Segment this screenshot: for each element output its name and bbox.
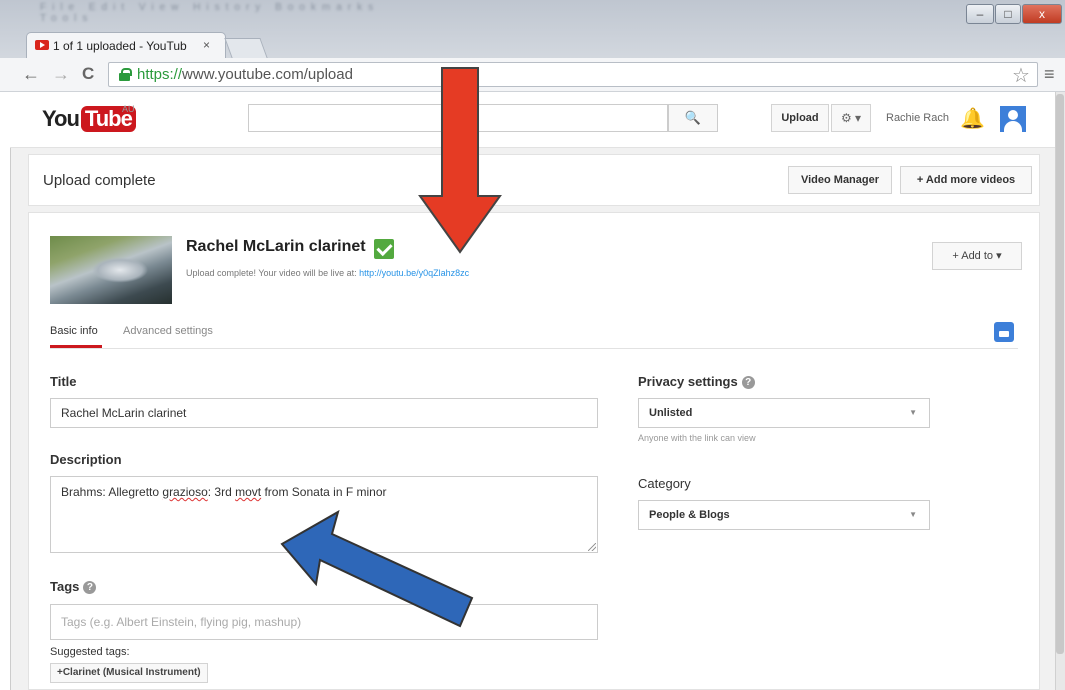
avatar[interactable] — [1000, 106, 1026, 132]
video-link[interactable]: http://youtu.be/y0qZlahz8zc — [359, 268, 469, 278]
privacy-settings-label: Privacy settings? — [638, 374, 755, 389]
category-label: Category — [638, 476, 691, 491]
suggested-tags-label: Suggested tags: — [50, 646, 130, 658]
video-title: Rachel McLarin clarinet — [186, 238, 366, 255]
privacy-help-text: Anyone with the link can view — [638, 433, 756, 443]
tab-advanced-settings[interactable]: Advanced settings — [123, 325, 213, 337]
tab-basic-info[interactable]: Basic info — [50, 325, 98, 337]
help-icon[interactable]: ? — [83, 581, 97, 594]
reload-icon[interactable]: C — [82, 64, 94, 84]
textarea-resize-grip[interactable] — [588, 543, 596, 551]
username[interactable]: Rachie Rach — [886, 112, 949, 124]
lock-icon — [119, 68, 132, 81]
close-window-button[interactable]: x — [1022, 4, 1062, 24]
title-input[interactable]: Rachel McLarin clarinet — [50, 398, 598, 428]
description-text-mid: : 3rd — [207, 485, 236, 499]
category-value: People & Blogs — [649, 509, 730, 521]
forward-arrow-icon[interactable]: → — [52, 64, 70, 85]
description-text-end: from Sonata in F minor — [261, 485, 387, 499]
tags-label: Tags? — [50, 579, 97, 594]
youtube-favicon-icon — [35, 40, 49, 50]
browser-menu-icon[interactable]: ≡ — [1044, 64, 1055, 85]
title-label: Title — [50, 374, 77, 389]
new-tab-button[interactable] — [224, 38, 268, 58]
misspelled-word: grazioso — [162, 485, 208, 499]
tags-label-text: Tags — [50, 579, 80, 594]
dropdown-arrow-icon: ▼ — [909, 510, 917, 519]
add-to-button[interactable]: + Add to ▾ — [932, 242, 1022, 270]
minimize-button[interactable]: – — [966, 4, 994, 24]
red-down-arrow-annotation — [418, 67, 502, 254]
blue-diagonal-arrow-annotation — [280, 509, 474, 628]
upload-message: Upload complete! Your video will be live… — [186, 268, 469, 278]
tab-close-icon[interactable]: × — [203, 38, 210, 52]
tabs-divider — [50, 348, 1018, 349]
dropdown-arrow-icon: ▼ — [909, 408, 917, 417]
add-more-videos-button[interactable]: + Add more videos — [900, 166, 1032, 194]
suggested-tag-chip[interactable]: +Clarinet (Musical Instrument) — [50, 663, 208, 683]
browser-tab[interactable]: 1 of 1 uploaded - YouTub × — [26, 32, 226, 58]
save-icon[interactable] — [994, 322, 1014, 342]
settings-button[interactable]: ⚙ ▾ — [831, 104, 871, 132]
upload-button[interactable]: Upload — [771, 104, 829, 132]
privacy-dropdown[interactable]: Unlisted ▼ — [638, 398, 930, 428]
privacy-label-text: Privacy settings — [638, 374, 738, 389]
browser-menu-blurred: File Edit View History Bookmarks Tools — [40, 2, 380, 24]
window-controls: – □ x — [966, 4, 1062, 26]
misspelled-word: movt — [235, 485, 262, 499]
video-manager-button[interactable]: Video Manager — [788, 166, 892, 194]
url-text: https://www.youtube.com/upload — [137, 66, 353, 83]
maximize-button[interactable]: □ — [995, 4, 1021, 24]
address-bar[interactable]: https://www.youtube.com/upload — [108, 62, 1038, 87]
search-icon: 🔍 — [684, 110, 702, 125]
tab-title: 1 of 1 uploaded - YouTub — [53, 39, 187, 53]
upload-message-text: Upload complete! Your video will be live… — [186, 268, 360, 278]
logo-you: You — [42, 106, 80, 131]
upload-status-text: Upload complete — [43, 172, 156, 189]
bookmark-star-icon[interactable]: ☆ — [1012, 63, 1030, 88]
description-text-start: Brahms: Allegretto — [61, 485, 163, 499]
back-arrow-icon[interactable]: ← — [22, 64, 40, 85]
url-scheme: https:// — [137, 66, 183, 83]
description-label: Description — [50, 452, 122, 467]
privacy-value: Unlisted — [649, 407, 693, 419]
notification-bell-icon[interactable]: 🔔 — [960, 106, 985, 131]
url-path: www.youtube.com/upload — [182, 66, 353, 83]
scrollbar-thumb[interactable] — [1056, 94, 1064, 654]
search-button[interactable]: 🔍 — [668, 104, 718, 132]
category-dropdown[interactable]: People & Blogs ▼ — [638, 500, 930, 530]
checkmark-icon — [374, 239, 394, 259]
region-label: AU — [122, 104, 135, 114]
help-icon[interactable]: ? — [741, 376, 755, 389]
video-thumbnail[interactable] — [50, 236, 172, 304]
